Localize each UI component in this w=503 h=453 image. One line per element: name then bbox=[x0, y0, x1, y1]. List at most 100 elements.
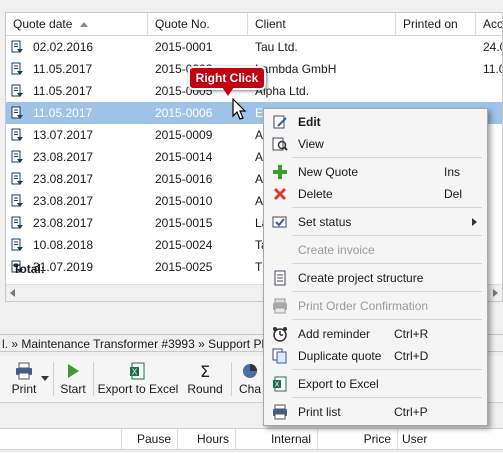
col-header-acc[interactable]: Acc bbox=[476, 13, 502, 35]
menu-label: Delete bbox=[298, 187, 333, 201]
pie-chart-icon bbox=[243, 364, 257, 378]
col-header-printed-on[interactable]: Printed on bbox=[396, 13, 476, 35]
menu-item-view[interactable]: View bbox=[266, 133, 485, 155]
table-cell-date: 23.08.2017 bbox=[33, 150, 94, 164]
menu-shortcut: Ctrl+D bbox=[394, 349, 429, 363]
menu-label: Add reminder bbox=[298, 327, 371, 341]
delete-icon bbox=[273, 187, 287, 201]
chevron-down-icon[interactable] bbox=[41, 376, 49, 382]
menu-label: Set status bbox=[298, 215, 352, 229]
table-cell-no: 2015-0001 bbox=[155, 40, 213, 54]
alarm-clock-icon bbox=[273, 327, 287, 342]
table-cell-date: 11.05.2017 bbox=[33, 62, 93, 76]
context-menu: Edit View New Quote Ins Delete Del Set s… bbox=[263, 108, 488, 426]
menu-item-print-order-confirmation: Print Order Confirmation bbox=[266, 295, 485, 317]
table-row[interactable]: 02.02.2016 2015-0001 Tau Ltd. 24.0 bbox=[6, 36, 502, 58]
col-header-hours[interactable]: Hours bbox=[178, 429, 236, 449]
col-header-price[interactable]: Price bbox=[318, 429, 398, 449]
printer-icon bbox=[273, 404, 287, 420]
menu-item-create-invoice: Create invoice bbox=[266, 239, 485, 261]
menu-item-edit[interactable]: Edit bbox=[266, 111, 485, 133]
menu-shortcut: Ctrl+P bbox=[394, 405, 428, 419]
menu-shortcut: Del bbox=[444, 187, 463, 201]
menu-separator bbox=[292, 157, 482, 158]
print-label: Print bbox=[11, 382, 37, 396]
sigma-icon: Σ bbox=[200, 362, 210, 380]
menu-item-print-list[interactable]: Print list Ctrl+P bbox=[266, 401, 485, 423]
menu-label: Edit bbox=[298, 115, 321, 129]
print-button[interactable]: Print bbox=[4, 358, 44, 400]
table-cell-date: 23.08.2017 bbox=[33, 172, 94, 186]
col-header-quote-no[interactable]: Quote No. bbox=[148, 13, 248, 35]
mouse-cursor-icon bbox=[232, 98, 247, 120]
svg-text:X: X bbox=[275, 382, 280, 389]
export-excel-button[interactable]: X Export to Excel bbox=[97, 358, 179, 400]
edit-icon bbox=[273, 115, 287, 129]
chart-button[interactable]: Cha bbox=[236, 358, 264, 400]
table-cell-no: 2015-0010 bbox=[155, 194, 213, 208]
table-cell-printed bbox=[396, 36, 476, 58]
toolbar-divider bbox=[53, 362, 54, 396]
menu-item-duplicate-quote[interactable]: Duplicate quote Ctrl+D bbox=[266, 345, 485, 367]
table-cell-date: 23.08.2017 bbox=[33, 216, 94, 230]
table-cell-date: 10.08.2018 bbox=[33, 238, 94, 252]
start-button[interactable]: Start bbox=[58, 358, 88, 400]
status-checklist-icon bbox=[272, 216, 287, 228]
menu-label: Print list bbox=[298, 405, 341, 419]
col-header-user[interactable]: User bbox=[398, 429, 503, 449]
menu-shortcut: Ctrl+R bbox=[394, 327, 429, 341]
document-icon bbox=[274, 270, 286, 286]
col-header-pause[interactable]: Pause bbox=[122, 429, 178, 449]
chart-label: Cha bbox=[238, 382, 261, 396]
menu-item-export-to-excel[interactable]: X Export to Excel bbox=[266, 373, 485, 395]
col-header-quote-date[interactable]: Quote date bbox=[6, 13, 148, 35]
menu-separator bbox=[292, 291, 482, 292]
view-icon bbox=[272, 137, 288, 151]
printer-icon bbox=[273, 298, 287, 314]
round-button[interactable]: Σ Round bbox=[184, 358, 226, 400]
menu-item-add-reminder[interactable]: Add reminder Ctrl+R bbox=[266, 323, 485, 345]
plus-icon bbox=[273, 165, 287, 179]
table-cell-client: Alpha Ltd. bbox=[255, 84, 310, 98]
menu-label: Create invoice bbox=[298, 243, 375, 257]
menu-item-delete[interactable]: Delete Del bbox=[266, 183, 485, 205]
table-cell-acc: 24.0 bbox=[483, 40, 502, 54]
col-header-blank bbox=[0, 429, 122, 449]
menu-item-new-quote[interactable]: New Quote Ins bbox=[266, 161, 485, 183]
duplicate-icon bbox=[272, 348, 287, 364]
svg-text:Σ: Σ bbox=[200, 362, 210, 380]
export-label: Export to Excel bbox=[97, 382, 179, 396]
menu-label: Duplicate quote bbox=[298, 349, 382, 363]
menu-item-create-project-structure[interactable]: Create project structure bbox=[266, 267, 485, 289]
table-cell-acc bbox=[476, 80, 502, 102]
excel-icon: X bbox=[130, 362, 145, 380]
menu-label: New Quote bbox=[298, 165, 359, 179]
menu-separator bbox=[292, 397, 482, 398]
table-cell-no: 2015-0016 bbox=[155, 172, 213, 186]
callout-pointer bbox=[222, 87, 234, 96]
excel-icon: X bbox=[273, 376, 287, 392]
col-header-client[interactable]: Client bbox=[248, 13, 396, 35]
col-header-label: Quote date bbox=[13, 17, 73, 31]
svg-text:X: X bbox=[132, 368, 138, 377]
menu-label: Print Order Confirmation bbox=[298, 299, 429, 313]
menu-shortcut: Ins bbox=[444, 165, 461, 179]
scroll-left-icon[interactable] bbox=[10, 289, 15, 297]
table-cell-no: 2015-0009 bbox=[155, 128, 213, 142]
table-cell-date: 23.08.2017 bbox=[33, 194, 94, 208]
table-cell-date: 11.05.2017 bbox=[33, 84, 93, 98]
table-cell-client: Lambda GmbH bbox=[255, 62, 337, 76]
toolbar-divider bbox=[231, 362, 232, 396]
table-cell-printed bbox=[396, 58, 476, 80]
time-grid-header: Pause Hours Internal Price User bbox=[0, 428, 503, 450]
start-label: Start bbox=[60, 382, 86, 396]
menu-separator bbox=[292, 207, 482, 208]
sort-ascending-icon bbox=[80, 22, 89, 28]
col-header-internal[interactable]: Internal bbox=[236, 429, 318, 449]
menu-label: View bbox=[298, 137, 324, 151]
table-cell-no: 2015-0015 bbox=[155, 216, 213, 230]
scroll-right-icon[interactable] bbox=[493, 289, 498, 297]
menu-separator bbox=[292, 263, 482, 264]
menu-item-set-status[interactable]: Set status bbox=[266, 211, 485, 233]
menu-label: Create project structure bbox=[298, 271, 424, 285]
